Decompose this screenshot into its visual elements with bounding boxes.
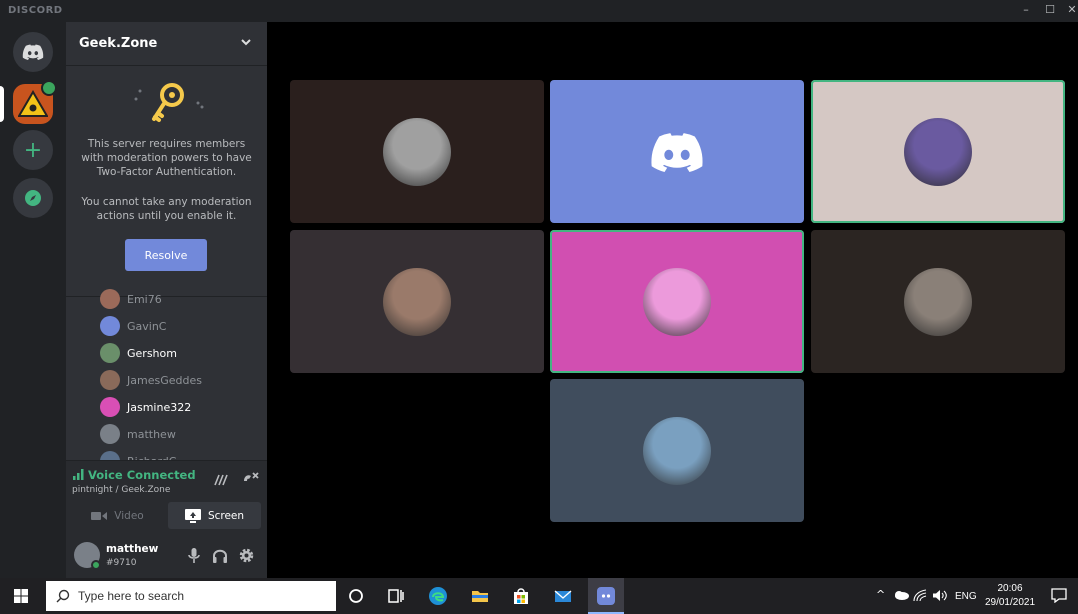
screen-share-button[interactable]: Screen	[168, 502, 261, 529]
maximize-icon[interactable]: ☐	[1042, 3, 1058, 16]
server-name: Geek.Zone	[79, 36, 158, 51]
chevron-down-icon	[241, 39, 251, 46]
close-icon[interactable]: ✕	[1064, 3, 1078, 16]
channel-sidebar: Geek.Zone This server requires members w…	[66, 22, 267, 578]
list-item[interactable]: Jasmine322	[100, 396, 191, 418]
two-factor-notice: This server requires members with modera…	[66, 67, 267, 297]
list-item[interactable]: matthew	[100, 423, 176, 445]
video-grid	[267, 22, 1078, 578]
video-tile[interactable]	[550, 379, 804, 522]
voice-connection-panel: Voice Connected pintnight / Geek.Zone Vi…	[66, 460, 267, 534]
member-name: Emi76	[127, 292, 162, 306]
app-title: DISCORD	[8, 5, 63, 16]
signal-icon	[73, 469, 84, 480]
wifi-icon[interactable]	[913, 589, 927, 602]
avatar	[643, 416, 711, 485]
add-server-button[interactable]: +	[13, 130, 53, 170]
disconnect-icon[interactable]	[242, 471, 260, 487]
file-explorer-icon[interactable]	[470, 586, 490, 606]
avatar	[100, 397, 120, 417]
user-panel: matthew #9710	[66, 534, 267, 578]
video-tile[interactable]	[290, 230, 544, 373]
task-view-icon[interactable]	[386, 586, 406, 606]
search-icon	[56, 589, 70, 603]
chevron-up-icon[interactable]: ^	[876, 588, 885, 601]
edge-icon[interactable]	[428, 586, 448, 606]
title-bar: DISCORD – ☐ ✕	[0, 0, 1078, 22]
list-item[interactable]: Emi76	[100, 288, 162, 310]
screen-share-icon	[184, 508, 201, 523]
discord-app-icon	[597, 587, 615, 605]
volume-icon[interactable]	[932, 589, 948, 602]
screen-label: Screen	[207, 509, 245, 522]
member-name: GavinC	[127, 319, 167, 333]
notification-icon[interactable]	[1051, 588, 1067, 603]
store-icon[interactable]	[511, 586, 531, 606]
camera-icon	[91, 511, 108, 520]
member-name: JamesGeddes	[127, 373, 202, 387]
avatar	[383, 267, 451, 336]
windows-taskbar: Type here to search ^ ENG 20:06 29/01/20…	[0, 578, 1078, 614]
video-tile[interactable]	[811, 230, 1065, 373]
video-tile[interactable]	[290, 80, 544, 223]
avatar	[100, 289, 120, 309]
member-name: Gershom	[127, 346, 177, 360]
windows-start-icon[interactable]	[14, 589, 28, 603]
video-label: Video	[114, 509, 144, 522]
avatar	[643, 267, 711, 336]
discord-taskbar-button[interactable]	[588, 578, 624, 614]
plus-icon: +	[23, 137, 43, 163]
language-indicator[interactable]: ENG	[955, 591, 977, 602]
server-geek-zone[interactable]	[13, 80, 57, 124]
avatar	[100, 424, 120, 444]
discord-icon	[22, 44, 44, 60]
voice-status[interactable]: Voice Connected	[88, 468, 196, 482]
speaker-badge-icon	[41, 80, 57, 96]
taskbar-search[interactable]: Type here to search	[46, 581, 336, 611]
active-server-pill	[0, 86, 4, 122]
avatar	[100, 316, 120, 336]
user-tag: #9710	[106, 558, 137, 568]
video-tile[interactable]	[811, 80, 1065, 223]
online-status-icon	[91, 560, 101, 570]
system-clock[interactable]: 20:06 29/01/2021	[982, 582, 1038, 610]
key-icon	[134, 83, 204, 122]
search-placeholder: Type here to search	[78, 589, 185, 603]
list-item[interactable]: GavinC	[100, 315, 166, 337]
list-item[interactable]: Gershom	[100, 342, 177, 364]
avatar	[383, 117, 451, 186]
video-tile[interactable]	[550, 80, 804, 223]
video-tile[interactable]	[550, 230, 804, 373]
voice-channel-name: pintnight / Geek.Zone	[72, 485, 171, 495]
cortana-icon[interactable]	[346, 586, 366, 606]
resolve-button[interactable]: Resolve	[125, 239, 207, 271]
server-rail: +	[0, 22, 66, 578]
clock-time: 20:06	[997, 583, 1023, 594]
member-name: Jasmine322	[127, 400, 192, 414]
avatar	[100, 343, 120, 363]
avatar	[100, 370, 120, 390]
onedrive-icon[interactable]	[893, 590, 909, 600]
avatar	[904, 267, 972, 336]
noise-suppression-icon[interactable]	[213, 473, 229, 487]
explore-servers-button[interactable]	[13, 178, 53, 218]
avatar	[904, 117, 972, 186]
compass-icon	[25, 190, 41, 206]
list-item[interactable]: JamesGeddes	[100, 369, 202, 391]
two-factor-message: This server requires members with modera…	[81, 138, 252, 178]
video-button[interactable]: Video	[72, 502, 163, 529]
two-factor-warning: You cannot take any moderation actions u…	[81, 196, 252, 222]
mail-icon[interactable]	[553, 586, 573, 606]
server-header[interactable]: Geek.Zone	[66, 22, 267, 66]
home-button[interactable]	[13, 32, 53, 72]
member-name: matthew	[127, 427, 176, 441]
minimize-icon[interactable]: –	[1018, 3, 1034, 16]
gear-icon[interactable]	[238, 547, 255, 564]
discord-icon	[649, 132, 705, 172]
clock-date: 29/01/2021	[984, 597, 1036, 608]
headphones-icon[interactable]	[212, 548, 228, 564]
microphone-icon[interactable]	[188, 548, 200, 564]
user-name: matthew	[106, 543, 159, 555]
